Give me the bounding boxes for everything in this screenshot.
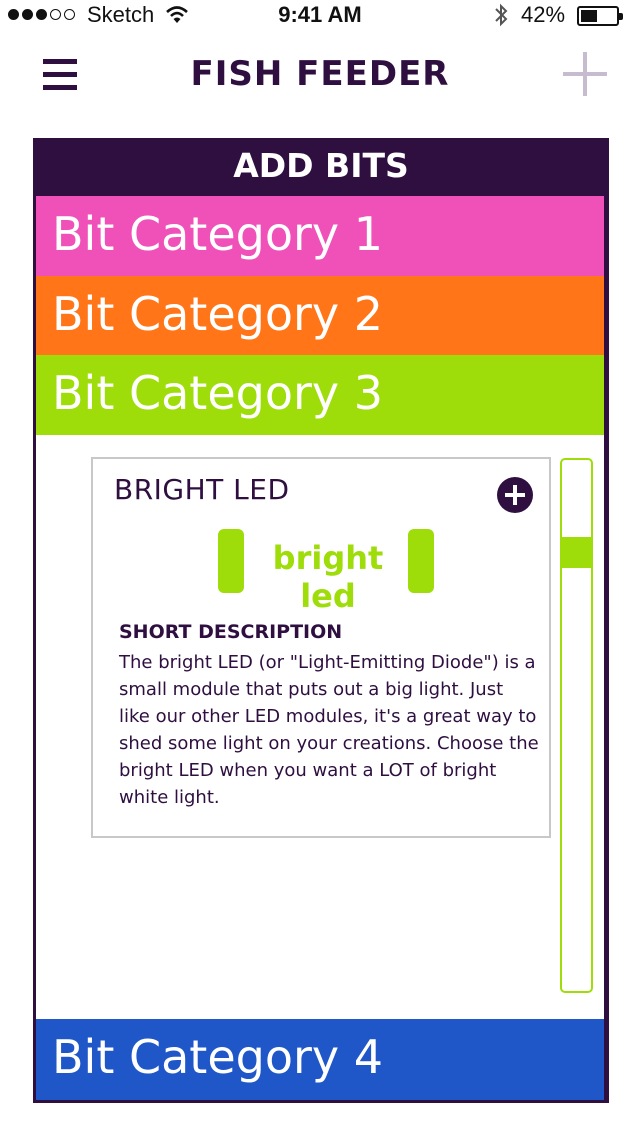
battery-percent: 42%: [521, 2, 566, 27]
category-bar-2[interactable]: Bit Category 2: [36, 276, 604, 356]
category-label: Bit Category 2: [52, 287, 384, 341]
add-bits-panel: ADD BITS Bit Category 1 Bit Category 2 B…: [33, 138, 609, 1103]
bit-title: BRIGHT LED: [114, 473, 290, 506]
battery-icon: [577, 6, 623, 26]
bit-module-graphic: bright led: [218, 529, 434, 615]
category-label: Bit Category 4: [52, 1030, 384, 1084]
bit-connector-left: [218, 529, 244, 593]
category-label: Bit Category 3: [52, 366, 384, 420]
panel-title: ADD BITS: [233, 146, 409, 185]
status-bar: Sketch 9:41 AM 42%: [0, 0, 640, 30]
bit-card[interactable]: BRIGHT LED bright led SHORT DESCRIPTION …: [91, 457, 551, 838]
category-bar-4[interactable]: Bit Category 4: [36, 1019, 604, 1100]
category-label: Bit Category 1: [52, 207, 384, 261]
scrollbar-track[interactable]: [560, 458, 593, 993]
scrollbar-thumb[interactable]: [562, 537, 591, 568]
plus-icon[interactable]: [563, 52, 607, 96]
bit-module-label: bright led: [272, 539, 384, 615]
plus-circle-icon[interactable]: [497, 477, 533, 513]
description-heading: SHORT DESCRIPTION: [119, 621, 343, 643]
category-bar-3[interactable]: Bit Category 3: [36, 355, 604, 435]
category-bar-1[interactable]: Bit Category 1: [36, 196, 604, 276]
bluetooth-icon: [495, 3, 508, 27]
page-title: FISH FEEDER: [190, 54, 450, 94]
category-content: BRIGHT LED bright led SHORT DESCRIPTION …: [36, 435, 604, 1019]
description-text: The bright LED (or "Light-Emitting Diode…: [119, 652, 539, 808]
bit-connector-right: [408, 529, 434, 593]
